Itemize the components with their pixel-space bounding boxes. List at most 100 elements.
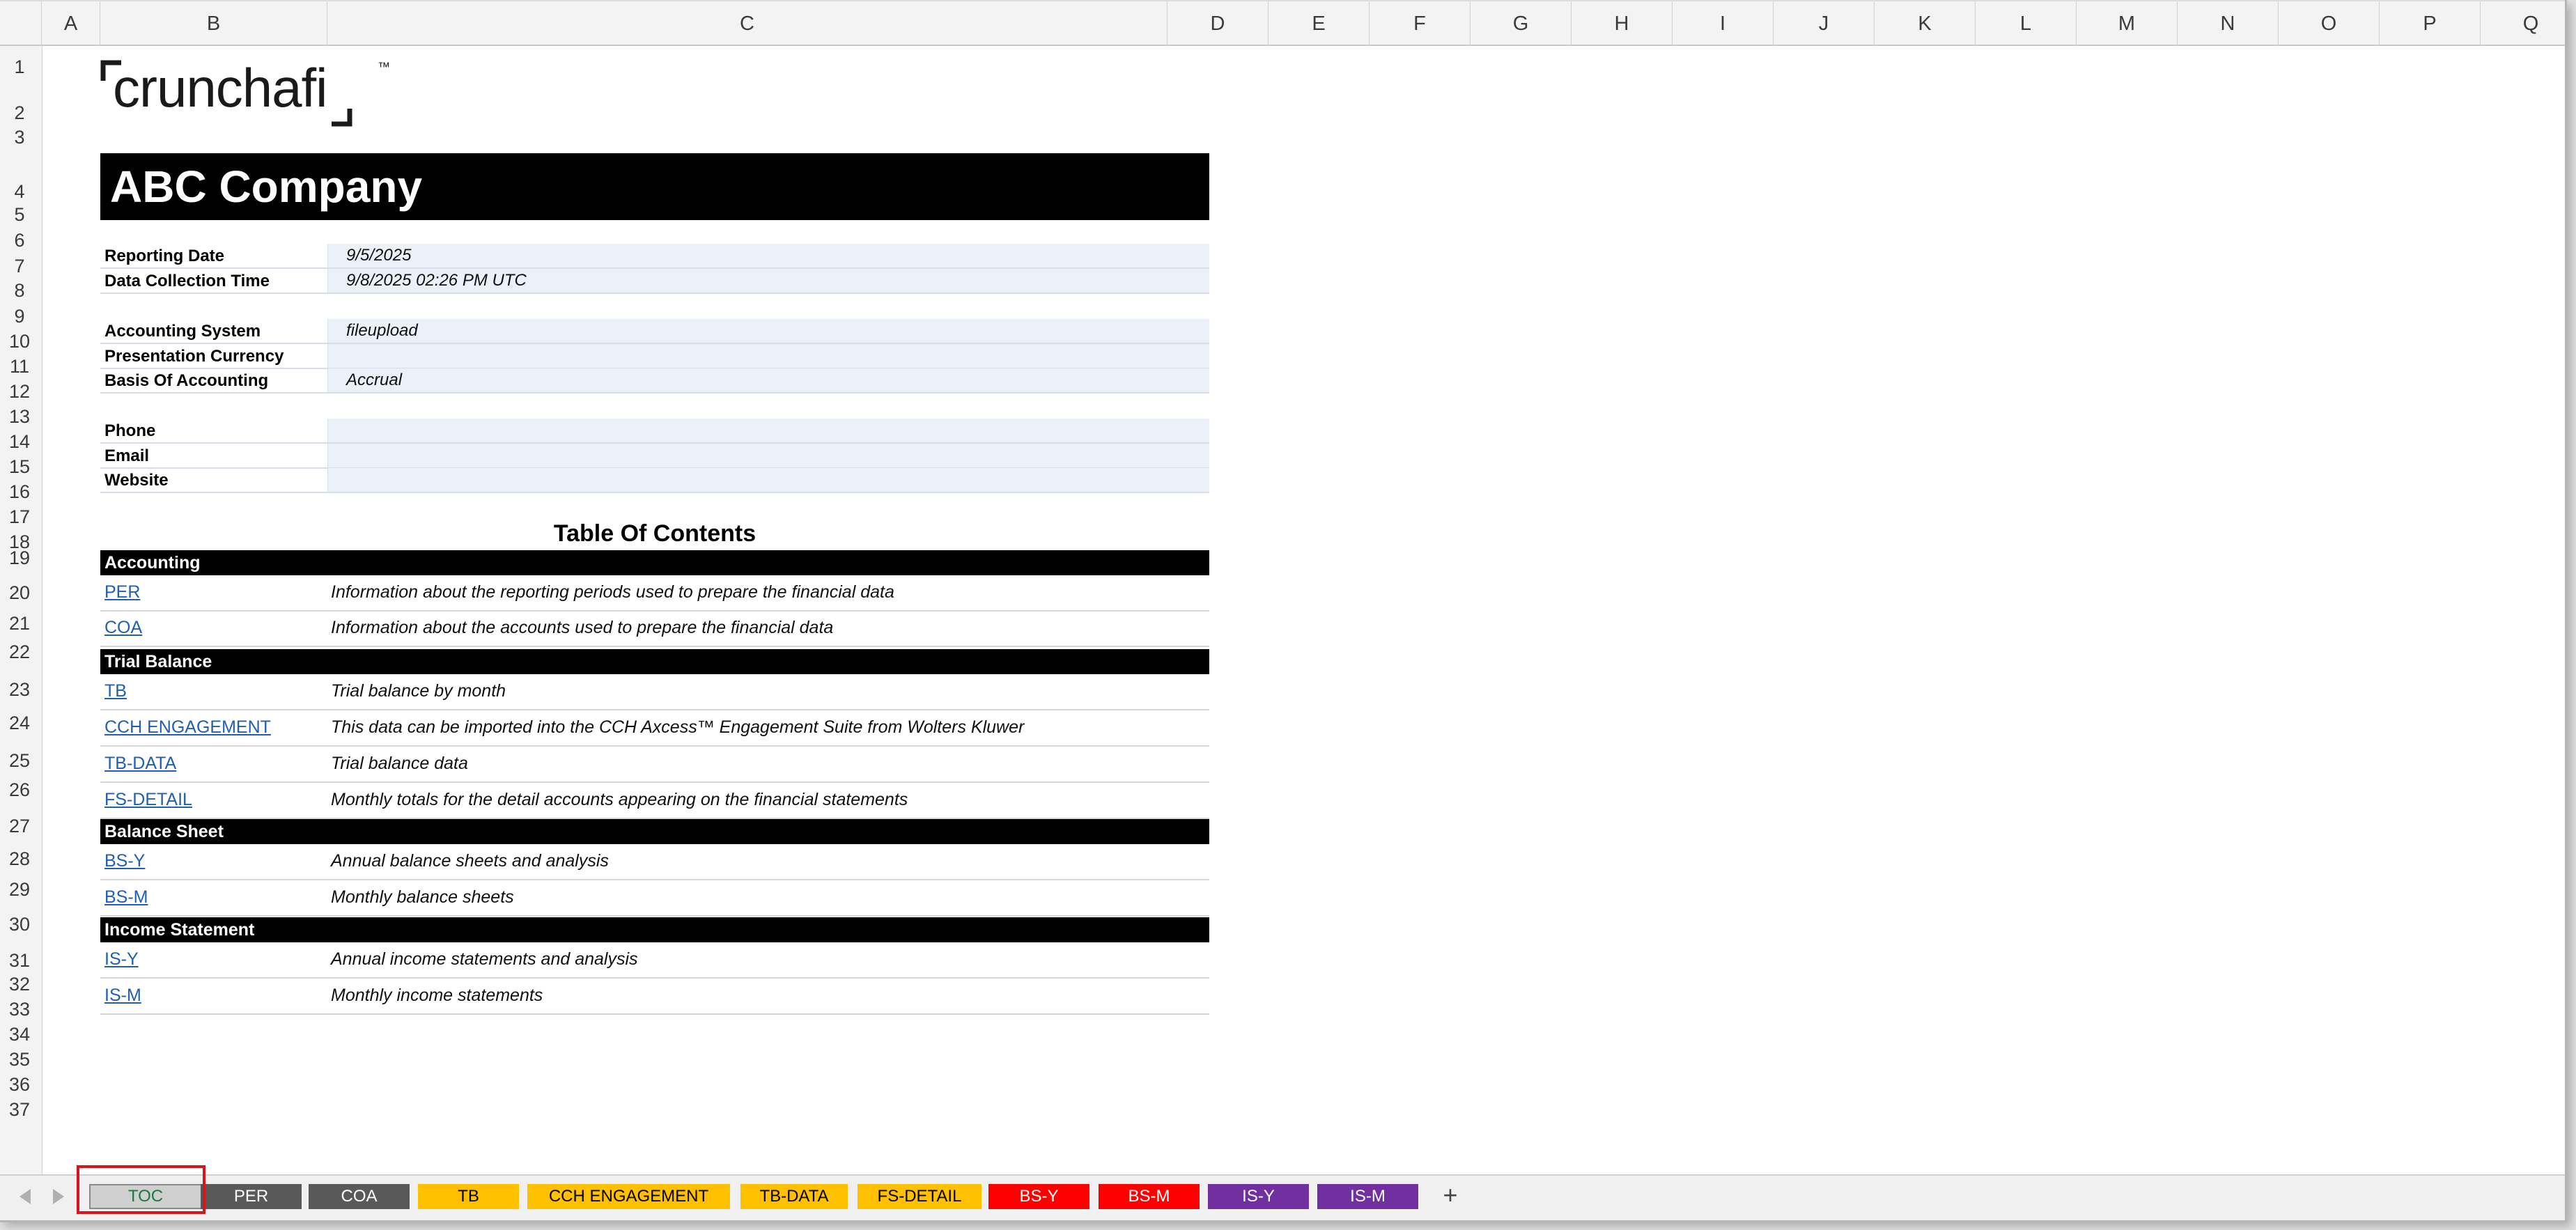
toc-link[interactable]: BS-M	[104, 887, 148, 908]
sheet-tab-bs-y[interactable]: BS-Y	[988, 1184, 1089, 1209]
row-header[interactable]: 1	[0, 56, 39, 78]
column-header[interactable]: J	[1774, 1, 1875, 46]
sheet-tab-coa[interactable]: COA	[309, 1184, 410, 1209]
sheet-tab-tb[interactable]: TB	[418, 1184, 519, 1209]
logo-trademark: ™	[378, 60, 390, 74]
sheet-tab-tb-data[interactable]: TB-DATA	[740, 1184, 848, 1209]
sheet-tab-is-m[interactable]: IS-M	[1317, 1184, 1418, 1209]
column-header[interactable]: O	[2279, 1, 2380, 46]
toc-link[interactable]: PER	[104, 582, 140, 602]
row-header[interactable]: 17	[0, 506, 39, 528]
row-header[interactable]: 27	[0, 816, 39, 837]
column-header[interactable]: A	[42, 1, 100, 46]
toc-row: BS-M Monthly balance sheets	[100, 880, 1209, 917]
info-label: Website	[104, 471, 169, 490]
row-header[interactable]: 19	[0, 547, 39, 569]
toc-link[interactable]: IS-M	[104, 986, 141, 1006]
column-header[interactable]: F	[1370, 1, 1471, 46]
row-header[interactable]: 23	[0, 679, 39, 701]
row-header[interactable]: 12	[0, 381, 39, 403]
info-value[interactable]	[327, 444, 1209, 467]
info-row: Phone	[100, 419, 1209, 444]
toc-link[interactable]: IS-Y	[104, 949, 139, 970]
toc-link[interactable]: FS-DETAIL	[104, 790, 192, 810]
info-value[interactable]	[327, 344, 1209, 368]
info-value[interactable]	[327, 419, 1209, 442]
row-header[interactable]: 3	[0, 127, 39, 148]
column-header[interactable]: P	[2380, 1, 2481, 46]
column-header[interactable]: K	[1875, 1, 1976, 46]
row-header[interactable]: 6	[0, 230, 39, 251]
column-header[interactable]: D	[1167, 1, 1268, 46]
row-header[interactable]: 24	[0, 713, 39, 734]
toc-link[interactable]: CCH ENGAGEMENT	[104, 717, 271, 738]
corner-cell[interactable]	[0, 1, 42, 46]
info-value[interactable]: fileupload	[327, 319, 1209, 343]
add-sheet-button[interactable]: +	[1436, 1181, 1464, 1209]
column-header[interactable]: B	[100, 1, 327, 46]
sheet-tab-is-y[interactable]: IS-Y	[1208, 1184, 1309, 1209]
toc-link[interactable]: TB-DATA	[104, 754, 176, 774]
column-header[interactable]: M	[2077, 1, 2178, 46]
column-header[interactable]: Q	[2481, 1, 2565, 46]
row-header[interactable]: 34	[0, 1024, 39, 1045]
toc-description: Monthly income statements	[331, 986, 543, 1005]
info-value[interactable]	[327, 468, 1209, 492]
toc-row: CCH ENGAGEMENT This data can be imported …	[100, 710, 1209, 747]
toc-description: Trial balance by month	[331, 681, 506, 701]
toc-link[interactable]: TB	[104, 681, 127, 701]
sheet-grid: crunchafi ™ ABC Company Reporting Date 9/…	[42, 46, 2565, 1174]
scroll-tabs-left-icon[interactable]	[20, 1189, 31, 1204]
company-banner: ABC Company	[100, 153, 1209, 220]
row-header[interactable]: 16	[0, 481, 39, 503]
row-header[interactable]: 35	[0, 1049, 39, 1071]
column-header[interactable]: N	[2178, 1, 2279, 46]
scroll-tabs-right-icon[interactable]	[53, 1189, 64, 1204]
row-header[interactable]: 36	[0, 1074, 39, 1096]
info-label: Reporting Date	[104, 247, 225, 265]
row-header[interactable]: 2	[0, 102, 39, 124]
sheet-tab-bs-m[interactable]: BS-M	[1099, 1184, 1200, 1209]
row-header[interactable]: 13	[0, 406, 39, 428]
row-header[interactable]: 25	[0, 750, 39, 772]
column-header[interactable]: C	[327, 1, 1167, 46]
info-label: Email	[104, 446, 150, 465]
toc-link[interactable]: BS-Y	[104, 851, 145, 871]
toc-row: BS-Y Annual balance sheets and analysis	[100, 844, 1209, 880]
row-header[interactable]: 5	[0, 204, 39, 226]
row-header[interactable]: 29	[0, 879, 39, 901]
sheet-tab-cch-engagement[interactable]: CCH ENGAGEMENT	[527, 1184, 730, 1209]
row-header[interactable]: 30	[0, 914, 39, 935]
row-header[interactable]: 10	[0, 331, 39, 352]
column-header[interactable]: G	[1471, 1, 1572, 46]
info-value[interactable]: Accrual	[327, 368, 1209, 392]
row-header[interactable]: 4	[0, 181, 39, 203]
sheet-tab-fs-detail[interactable]: FS-DETAIL	[858, 1184, 981, 1209]
info-value[interactable]: 9/8/2025 02:26 PM UTC	[327, 269, 1209, 293]
row-header[interactable]: 26	[0, 779, 39, 801]
row-header[interactable]: 20	[0, 582, 39, 604]
row-header[interactable]: 31	[0, 950, 39, 972]
column-header[interactable]: I	[1673, 1, 1774, 46]
toc-section-header: Trial Balance	[100, 649, 1209, 674]
row-header[interactable]: 15	[0, 456, 39, 478]
info-value[interactable]: 9/5/2025	[327, 244, 1209, 267]
row-header[interactable]: 14	[0, 431, 39, 453]
toc-link[interactable]: COA	[104, 618, 142, 638]
toc-row: PER Information about the reporting perio…	[100, 575, 1209, 612]
row-header[interactable]: 8	[0, 280, 39, 302]
row-header[interactable]: 9	[0, 306, 39, 327]
column-header[interactable]: L	[1976, 1, 2077, 46]
sheet-tab-per[interactable]: PER	[201, 1184, 302, 1209]
column-header[interactable]: E	[1268, 1, 1370, 46]
column-header[interactable]: H	[1572, 1, 1673, 46]
row-header[interactable]: 37	[0, 1099, 39, 1121]
toc-section-header: Income Statement	[100, 917, 1209, 942]
row-header[interactable]: 11	[0, 356, 39, 377]
row-header[interactable]: 21	[0, 613, 39, 635]
row-header[interactable]: 7	[0, 256, 39, 277]
row-header[interactable]: 33	[0, 999, 39, 1020]
row-header[interactable]: 32	[0, 974, 39, 995]
row-header[interactable]: 28	[0, 848, 39, 870]
row-header[interactable]: 22	[0, 641, 39, 663]
